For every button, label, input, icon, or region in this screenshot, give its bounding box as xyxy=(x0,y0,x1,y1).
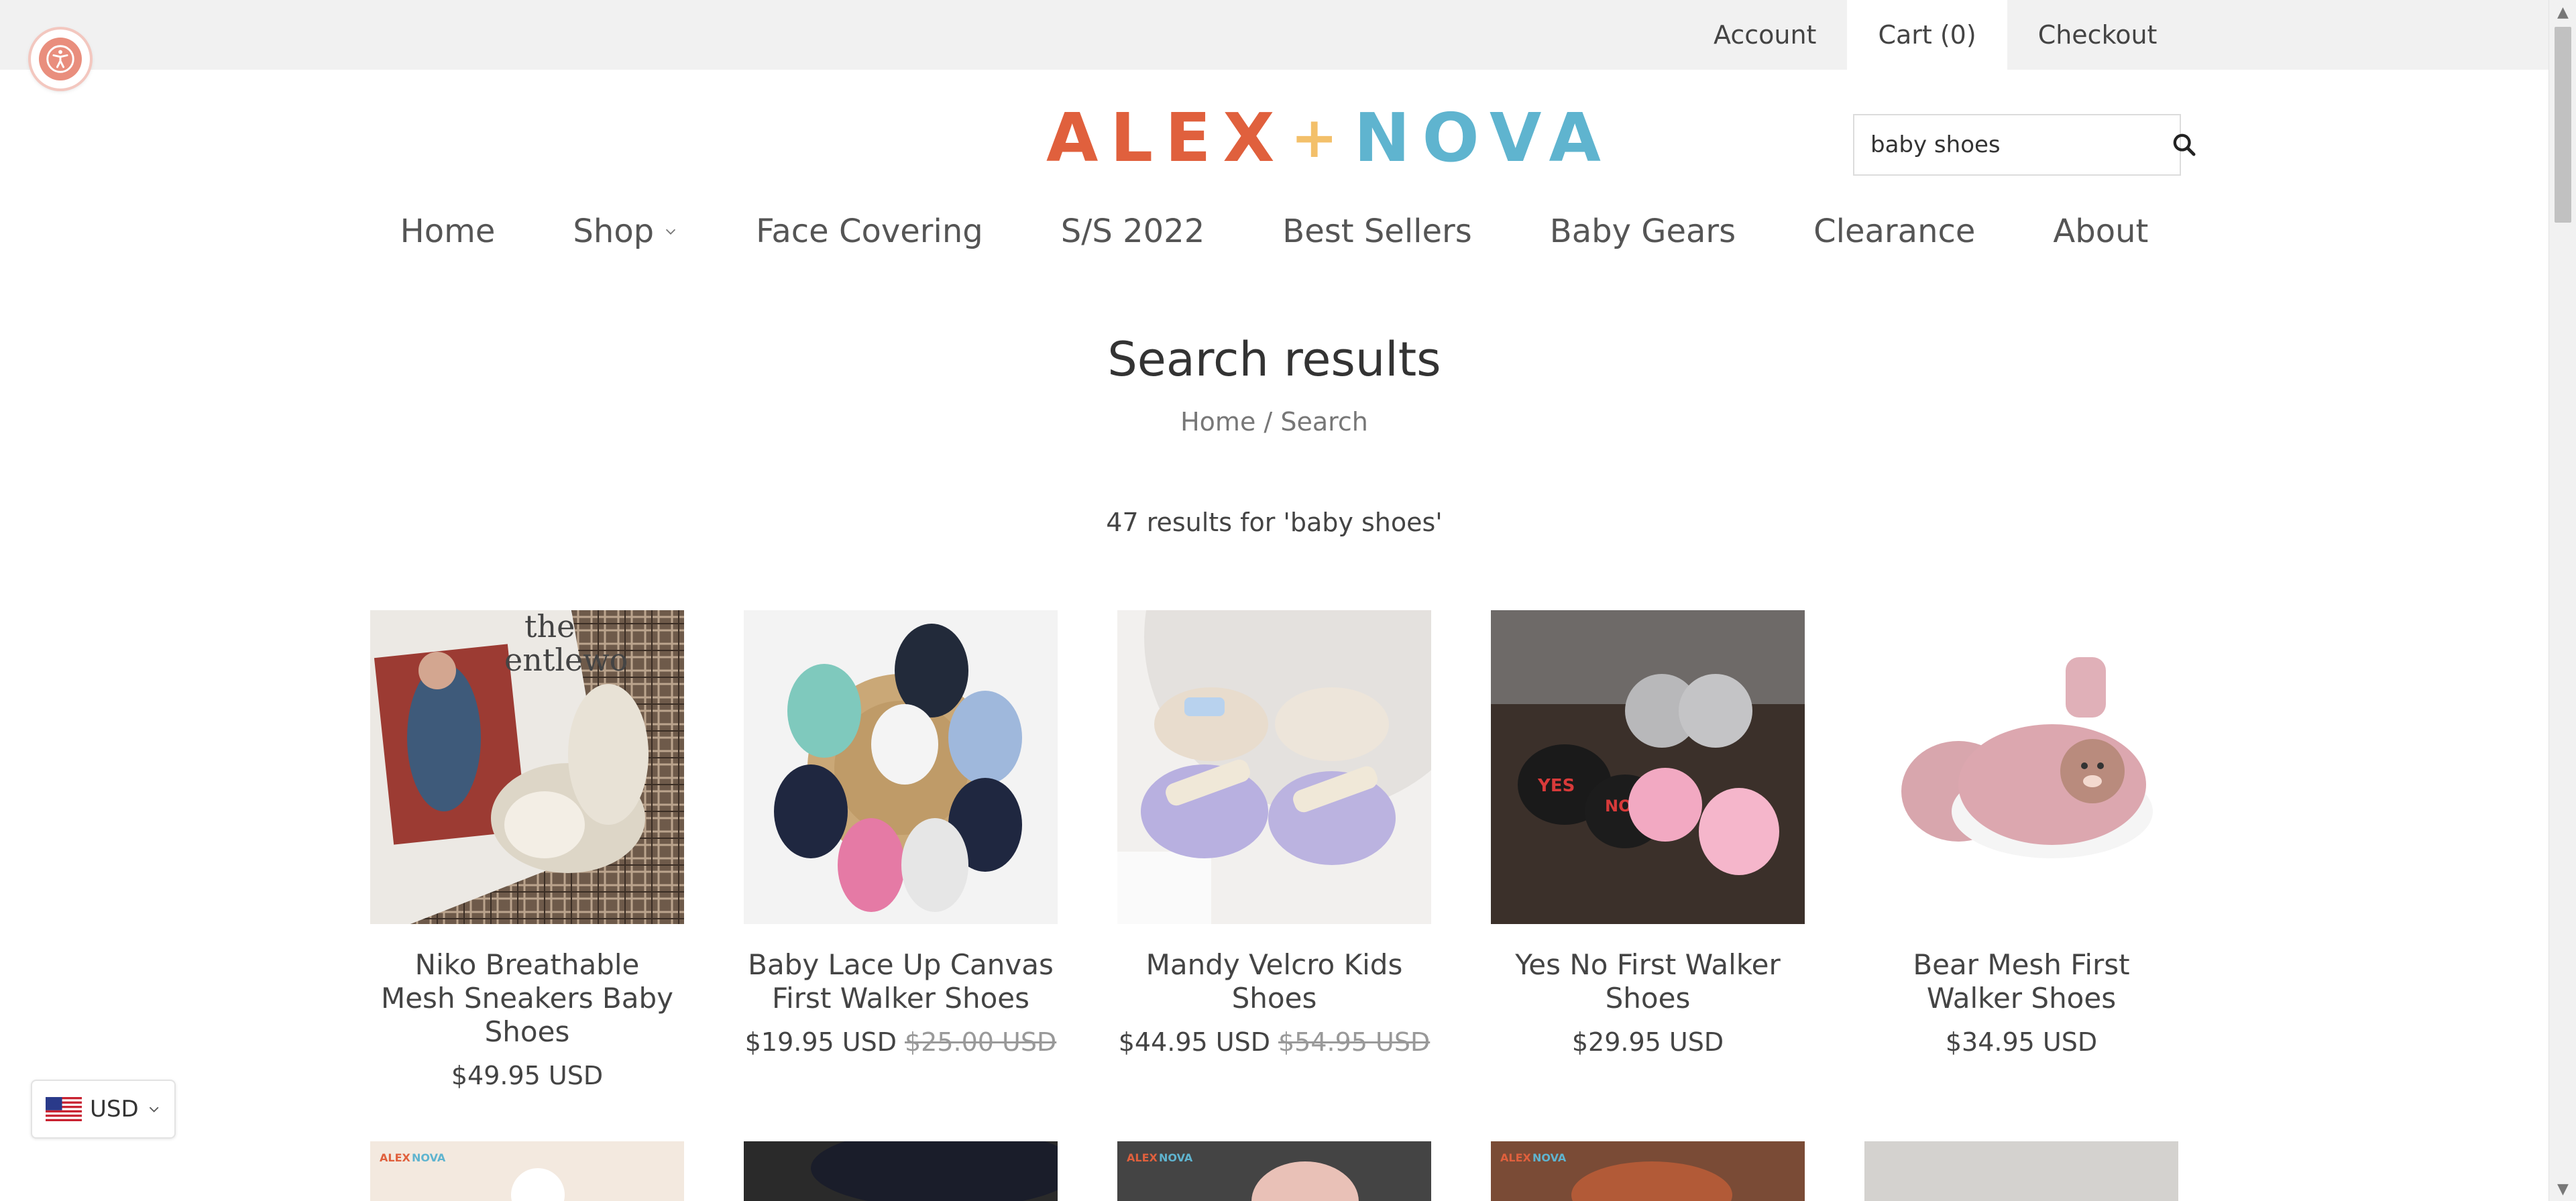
svg-text:NO: NO xyxy=(1605,797,1632,815)
product-card[interactable] xyxy=(1864,1141,2178,1201)
price-current: $49.95 USD xyxy=(451,1061,604,1090)
product-image[interactable] xyxy=(744,610,1058,924)
svg-text:NOVA: NOVA xyxy=(412,1151,446,1164)
product-card[interactable]: the entlewo Niko Breathable Mesh Sneaker… xyxy=(370,610,684,1090)
product-card[interactable]: Mandy Velcro Kids Shoes $44.95 USD $54.95… xyxy=(1117,610,1431,1057)
product-image[interactable] xyxy=(1117,610,1431,924)
svg-text:YES: YES xyxy=(1537,776,1575,796)
price-current: $19.95 USD xyxy=(744,1027,897,1057)
product-image[interactable]: ALEX NOVA xyxy=(1117,1141,1431,1201)
product-image[interactable] xyxy=(1864,1141,2178,1201)
product-name[interactable]: Mandy Velcro Kids Shoes xyxy=(1117,948,1431,1015)
product-image[interactable]: the entlewo xyxy=(370,610,684,924)
product-image[interactable] xyxy=(1864,610,2178,924)
logo-plus: + xyxy=(1290,105,1350,170)
product-card[interactable]: ALEX NOVA xyxy=(1491,1141,1805,1201)
breadcrumb-current: Search xyxy=(1280,407,1368,437)
chevron-down-icon xyxy=(149,1106,159,1112)
nav-shop-label: Shop xyxy=(573,213,655,250)
svg-text:NOVA: NOVA xyxy=(1532,1151,1567,1164)
search-icon xyxy=(2173,133,2196,156)
breadcrumb: Home / Search xyxy=(0,407,2549,437)
product-card[interactable] xyxy=(744,1141,1058,1201)
svg-text:ALEX: ALEX xyxy=(380,1151,411,1164)
product-card[interactable]: ALEX NOVA xyxy=(370,1141,684,1201)
svg-text:NOVA: NOVA xyxy=(1159,1151,1193,1164)
product-name[interactable]: Niko Breathable Mesh Sneakers Baby Shoes xyxy=(370,948,684,1049)
nav-home[interactable]: Home xyxy=(361,213,535,250)
currency-code: USD xyxy=(90,1096,139,1123)
scroll-up-arrow-icon[interactable]: ▲ xyxy=(2549,0,2576,24)
logo-nova: NOVA xyxy=(1353,98,1613,177)
checkout-link[interactable]: Checkout xyxy=(2007,0,2188,70)
account-nav: Account Cart (0) Checkout xyxy=(1683,0,2188,70)
nav-clearance[interactable]: Clearance xyxy=(1775,213,2014,250)
search-button[interactable] xyxy=(2171,115,2198,174)
nav-shop[interactable]: Shop xyxy=(534,213,717,250)
account-link[interactable]: Account xyxy=(1683,0,1847,70)
nav-face-covering[interactable]: Face Covering xyxy=(717,213,1022,250)
accessibility-button[interactable] xyxy=(31,30,90,89)
results-count: 47 results for 'baby shoes' xyxy=(1106,508,1443,537)
nav-best-sellers[interactable]: Best Sellers xyxy=(1243,213,1511,250)
product-price: $49.95 USD xyxy=(370,1061,684,1090)
product-image[interactable]: YES NO xyxy=(1491,610,1805,924)
breadcrumb-separator: / xyxy=(1264,407,1273,437)
nav-home-label: Home xyxy=(400,213,496,250)
product-image[interactable]: ALEX NOVA xyxy=(370,1141,684,1201)
product-price: $19.95 USD $25.00 USD xyxy=(744,1027,1058,1057)
scrollbar-thumb[interactable] xyxy=(2555,27,2571,223)
scroll-down-arrow-icon[interactable]: ▼ xyxy=(2549,1177,2576,1201)
svg-text:ALEX: ALEX xyxy=(1127,1151,1158,1164)
nav-ss-2022-label: S/S 2022 xyxy=(1060,213,1205,250)
price-compare: $25.00 USD xyxy=(905,1027,1057,1057)
svg-text:entlewo: entlewo xyxy=(504,642,628,678)
svg-text:ALEX: ALEX xyxy=(1500,1151,1532,1164)
search-input[interactable] xyxy=(1854,115,2171,174)
product-card[interactable]: Bear Mesh First Walker Shoes $34.95 USD xyxy=(1864,610,2178,1057)
product-image[interactable]: ALEX NOVA xyxy=(1491,1141,1805,1201)
search-box xyxy=(1853,114,2196,176)
product-card[interactable]: ALEX NOVA xyxy=(1117,1141,1431,1201)
us-flag-icon xyxy=(46,1096,82,1122)
nav-face-covering-label: Face Covering xyxy=(756,213,983,250)
page-scrollbar[interactable]: ▲ ▼ xyxy=(2549,0,2576,1201)
product-card[interactable]: Baby Lace Up Canvas First Walker Shoes $… xyxy=(744,610,1058,1057)
breadcrumb-home[interactable]: Home xyxy=(1180,407,1255,437)
accessibility-icon xyxy=(39,38,82,80)
nav-ss-2022[interactable]: S/S 2022 xyxy=(1022,213,1244,250)
nav-about-label: About xyxy=(2053,213,2149,250)
product-price: $44.95 USD $54.95 USD xyxy=(1117,1027,1431,1057)
currency-selector[interactable]: USD xyxy=(31,1080,176,1139)
product-price: $34.95 USD xyxy=(1864,1027,2178,1057)
price-current: $34.95 USD xyxy=(1945,1027,2098,1057)
nav-clearance-label: Clearance xyxy=(1813,213,1976,250)
product-name[interactable]: Yes No First Walker Shoes xyxy=(1491,948,1805,1015)
nav-baby-gears-label: Baby Gears xyxy=(1549,213,1736,250)
chevron-down-icon xyxy=(666,229,676,235)
cart-link[interactable]: Cart (0) xyxy=(1847,0,2007,70)
product-name[interactable]: Baby Lace Up Canvas First Walker Shoes xyxy=(744,948,1058,1015)
nav-about[interactable]: About xyxy=(2014,213,2187,250)
price-current: $29.95 USD xyxy=(1571,1027,1724,1057)
nav-baby-gears[interactable]: Baby Gears xyxy=(1511,213,1775,250)
nav-best-sellers-label: Best Sellers xyxy=(1282,213,1472,250)
logo-alex: ALEX xyxy=(1046,98,1287,177)
product-name[interactable]: Bear Mesh First Walker Shoes xyxy=(1864,948,2178,1015)
product-price: $29.95 USD xyxy=(1491,1027,1805,1057)
price-current: $44.95 USD xyxy=(1118,1027,1270,1057)
svg-text:the: the xyxy=(524,610,575,644)
site-logo[interactable]: ALEX + NOVA xyxy=(1046,98,1601,177)
main-navigation: Home Shop Face Covering S/S 2022 Best Se… xyxy=(400,201,2149,262)
product-image[interactable] xyxy=(744,1141,1058,1201)
price-compare: $54.95 USD xyxy=(1278,1027,1431,1057)
top-utility-bar: Account Cart (0) Checkout xyxy=(0,0,2549,70)
page-title: Search results xyxy=(1107,332,1441,387)
product-card[interactable]: YES NO Yes No First Walker Shoes $29.95 … xyxy=(1491,610,1805,1057)
